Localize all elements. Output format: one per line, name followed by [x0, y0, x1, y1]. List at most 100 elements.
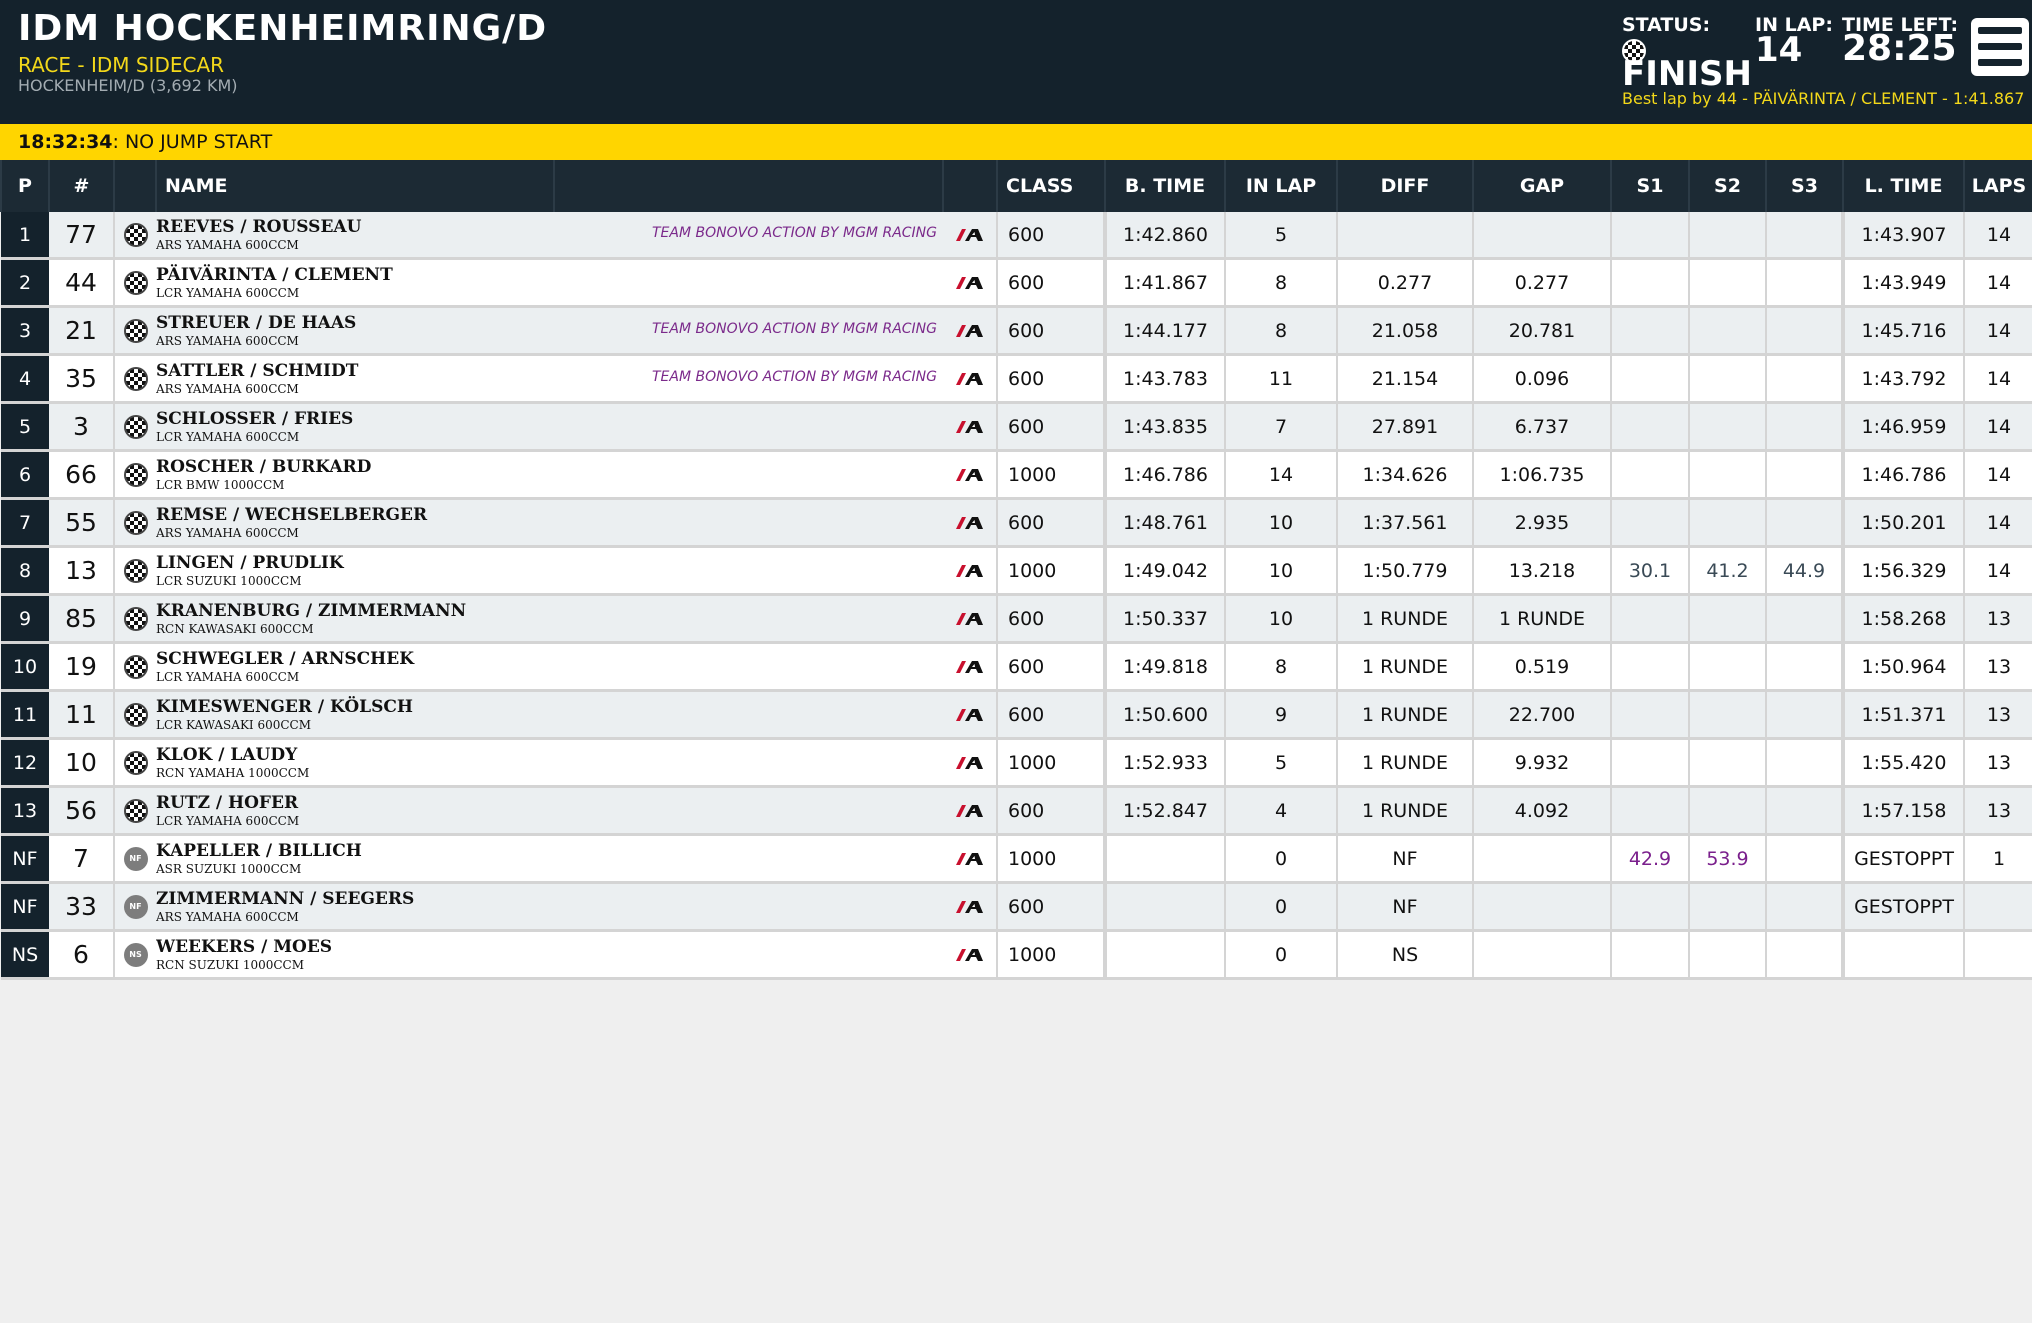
table-row[interactable]: 10 19 SCHWEGLER / ARNSCHEK LCR YAMAHA 600CC… [1, 642, 2032, 692]
header: IDM HOCKENHEIMRING/D RACE - IDM SIDECAR … [0, 0, 2032, 124]
brand-cell [943, 930, 997, 980]
col-header-name[interactable]: NAME [155, 160, 554, 212]
name-cell[interactable]: PÄIVÄRINTA / CLEMENT LCR YAMAHA 600CCM [156, 258, 943, 308]
checkered-flag-icon [123, 750, 148, 775]
last-time-cell: 1:57.158 [1841, 786, 1964, 836]
col-header-s1[interactable]: S1 [1610, 160, 1689, 212]
col-header-s2[interactable]: S2 [1688, 160, 1766, 212]
diff-cell: NF [1336, 882, 1473, 932]
name-cell[interactable]: LINGEN / PRUDLIK LCR SUZUKI 1000CCM [156, 546, 943, 596]
brand-cell [943, 546, 997, 596]
class-cell: 600 [996, 258, 1105, 308]
tyre-brand-logo-icon [955, 944, 984, 966]
col-header-diff[interactable]: DIFF [1336, 160, 1473, 212]
sector2-cell [1688, 786, 1766, 836]
col-header-number[interactable]: # [48, 160, 114, 212]
tyre-brand-logo-icon [955, 512, 984, 534]
flag-cell [114, 546, 156, 596]
name-cell[interactable]: SCHLOSSER / FRIES LCR YAMAHA 600CCM [156, 402, 943, 452]
last-time-cell: 1:58.268 [1841, 594, 1964, 644]
sector1-cell [1610, 786, 1689, 836]
time-left-value: 28:25 [1842, 28, 1957, 69]
class-cell: 1000 [996, 738, 1105, 788]
results-body: 1 77 REEVES / ROUSSEAU ARS YAMAHA 600CCM TEA… [1, 212, 2032, 980]
sector3-cell [1765, 834, 1843, 884]
rider-names: SATTLER / SCHMIDT [156, 361, 359, 381]
start-number-cell: 11 [49, 690, 115, 740]
name-cell[interactable]: KAPELLER / BILLICH ASR SUZUKI 1000CCM [156, 834, 943, 884]
table-row[interactable]: 3 21 STREUER / DE HAAS ARS YAMAHA 600CCM TEA… [1, 306, 2032, 356]
start-number-cell: 19 [49, 642, 115, 692]
rider-names: ROSCHER / BURKARD [156, 457, 372, 477]
table-row[interactable]: 4 35 SATTLER / SCHMIDT ARS YAMAHA 600CCM TEA… [1, 354, 2032, 404]
sector3-cell: 44.9 [1765, 546, 1843, 596]
checkered-flag-icon [123, 702, 148, 727]
name-cell[interactable]: RUTZ / HOFER LCR YAMAHA 600CCM [156, 786, 943, 836]
laps-cell [1963, 930, 2032, 980]
hamburger-menu-icon[interactable] [1971, 18, 2029, 76]
col-header-pos[interactable]: P [0, 160, 49, 212]
col-header-gap[interactable]: GAP [1472, 160, 1611, 212]
col-header-laps[interactable]: LAPS [1963, 160, 2032, 212]
table-row[interactable]: 13 56 RUTZ / HOFER LCR YAMAHA 600CCM 600 1:52… [1, 786, 2032, 836]
brand-cell [943, 642, 997, 692]
table-row[interactable]: 12 10 KLOK / LAUDY RCN YAMAHA 1000CCM 1000 1:… [1, 738, 2032, 788]
name-cell[interactable]: STREUER / DE HAAS ARS YAMAHA 600CCM TEAM B… [156, 306, 943, 356]
col-header-brand [942, 160, 997, 212]
col-header-class[interactable]: CLASS [996, 160, 1105, 212]
name-cell[interactable]: REMSE / WECHSELBERGER ARS YAMAHA 600CCM [156, 498, 943, 548]
tyre-brand-logo-icon [955, 704, 984, 726]
name-cell[interactable]: SATTLER / SCHMIDT ARS YAMAHA 600CCM TEAM B… [156, 354, 943, 404]
sector3-cell [1765, 258, 1843, 308]
table-row[interactable]: 11 11 KIMESWENGER / KÖLSCH LCR KAWASAKI 600… [1, 690, 2032, 740]
diff-cell: 1 RUNDE [1336, 786, 1473, 836]
sector1-cell [1610, 690, 1689, 740]
name-cell[interactable]: KLOK / LAUDY RCN YAMAHA 1000CCM [156, 738, 943, 788]
rider-names: REMSE / WECHSELBERGER [156, 505, 428, 525]
col-header-team [553, 160, 943, 212]
sector1-cell [1610, 450, 1689, 500]
col-header-last-time[interactable]: L. TIME [1842, 160, 1964, 212]
class-cell: 600 [996, 306, 1105, 356]
table-row[interactable]: 6 66 ROSCHER / BURKARD LCR BMW 1000CCM 1000 1… [1, 450, 2032, 500]
table-row[interactable]: 9 85 KRANENBURG / ZIMMERMANN RCN KAWASAKI 6… [1, 594, 2032, 644]
name-cell[interactable]: ZIMMERMANN / SEEGERS ARS YAMAHA 600CCM [156, 882, 943, 932]
name-cell[interactable]: KIMESWENGER / KÖLSCH LCR KAWASAKI 600CCM [156, 690, 943, 740]
table-row[interactable]: NF 7 NF KAPELLER / BILLICH ASR SUZUKI 1000CC… [1, 834, 2032, 884]
col-header-s3[interactable]: S3 [1765, 160, 1843, 212]
table-row[interactable]: 8 13 LINGEN / PRUDLIK LCR SUZUKI 1000CCM 100… [1, 546, 2032, 596]
gap-cell: 13.218 [1472, 546, 1611, 596]
sector2-cell [1688, 738, 1766, 788]
name-cell[interactable]: ROSCHER / BURKARD LCR BMW 1000CCM [156, 450, 943, 500]
last-time-cell: 1:45.716 [1841, 306, 1964, 356]
bike-info: ARS YAMAHA 600CCM [156, 910, 299, 924]
team-name: TEAM BONOVO ACTION BY MGM RACING [652, 369, 937, 385]
laps-cell: 13 [1963, 642, 2032, 692]
table-row[interactable]: NS 6 NS WEEKERS / MOES RCN SUZUKI 1000CCM 100… [1, 930, 2032, 980]
name-cell[interactable]: SCHWEGLER / ARNSCHEK LCR YAMAHA 600CCM [156, 642, 943, 692]
table-row[interactable]: 5 3 SCHLOSSER / FRIES LCR YAMAHA 600CCM 600 1… [1, 402, 2032, 452]
table-row[interactable]: 1 77 REEVES / ROUSSEAU ARS YAMAHA 600CCM TEA… [1, 212, 2032, 260]
col-header-in-lap[interactable]: IN LAP [1224, 160, 1337, 212]
flag-cell [114, 498, 156, 548]
table-row[interactable]: 2 44 PÄIVÄRINTA / CLEMENT LCR YAMAHA 600CCM… [1, 258, 2032, 308]
col-header-best-time[interactable]: B. TIME [1104, 160, 1225, 212]
table-row[interactable]: NF 33 NF ZIMMERMANN / SEEGERS ARS YAMAHA 600… [1, 882, 2032, 932]
laps-cell: 13 [1963, 690, 2032, 740]
brand-cell [943, 690, 997, 740]
rider-names: PÄIVÄRINTA / CLEMENT [156, 265, 393, 285]
sector3-cell [1765, 212, 1843, 260]
checkered-flag-icon [123, 654, 148, 679]
position-cell: 4 [1, 354, 49, 404]
table-row[interactable]: 7 55 REMSE / WECHSELBERGER ARS YAMAHA 600CC… [1, 498, 2032, 548]
team-name: TEAM BONOVO ACTION BY MGM RACING [652, 225, 937, 241]
name-cell[interactable]: WEEKERS / MOES RCN SUZUKI 1000CCM [156, 930, 943, 980]
last-time-cell [1841, 930, 1964, 980]
gap-cell: 9.932 [1472, 738, 1611, 788]
sector3-cell [1765, 690, 1843, 740]
name-cell[interactable]: KRANENBURG / ZIMMERMANN RCN KAWASAKI 600C… [156, 594, 943, 644]
best-time-cell: 1:52.933 [1103, 738, 1225, 788]
sector2-cell [1688, 594, 1766, 644]
name-cell[interactable]: REEVES / ROUSSEAU ARS YAMAHA 600CCM TEAM B… [156, 212, 943, 260]
laps-cell: 13 [1963, 738, 2032, 788]
